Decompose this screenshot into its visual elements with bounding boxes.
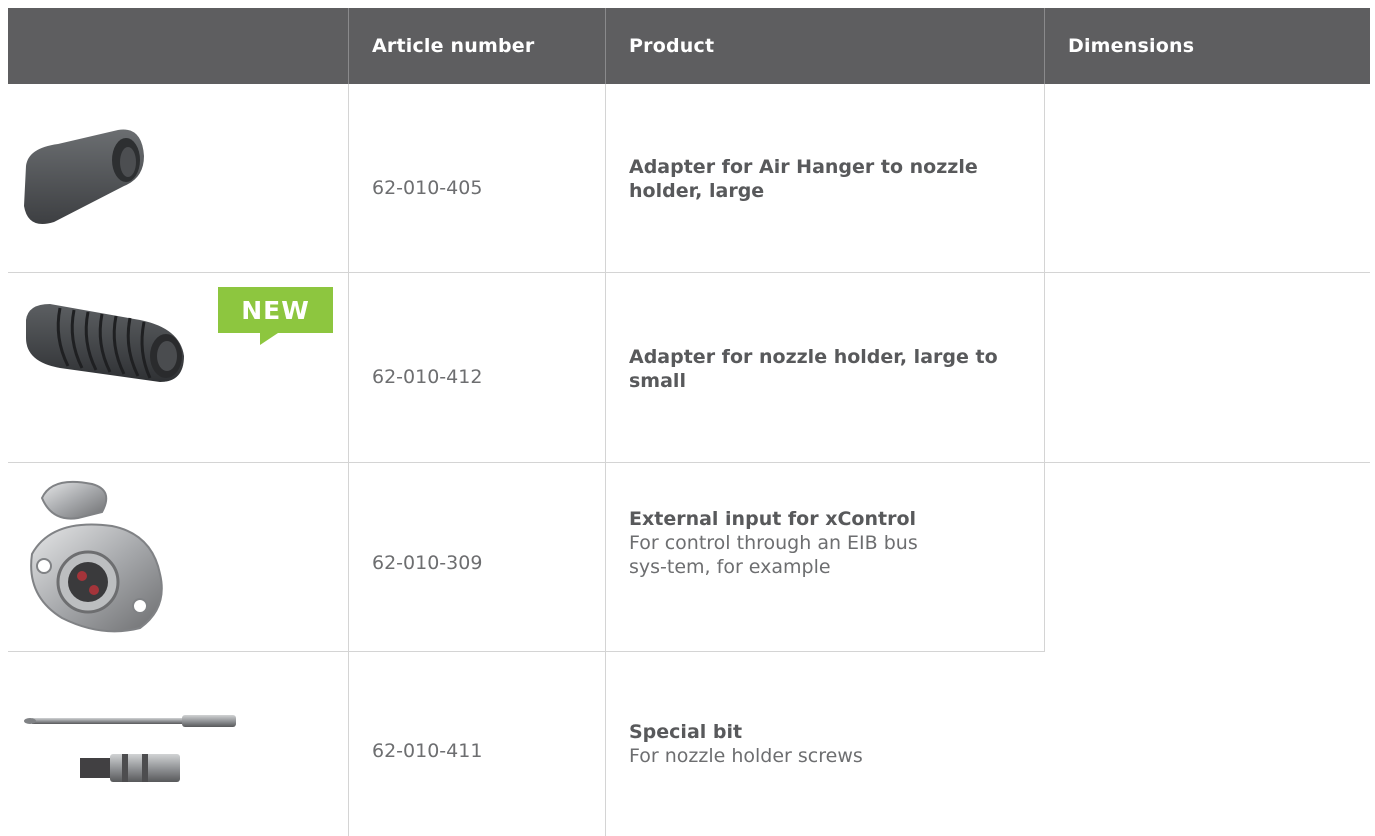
product-cell: External input for xControl For control … bbox=[629, 507, 1029, 579]
ribbed-adapter-image bbox=[26, 304, 184, 382]
column-divider bbox=[1044, 84, 1045, 651]
article-number: 62-010-412 bbox=[372, 366, 483, 388]
row-divider bbox=[8, 462, 1370, 463]
connector-socket-image bbox=[30, 480, 163, 633]
article-number: 62-010-411 bbox=[372, 740, 483, 762]
product-title: Adapter for nozzle holder, large to smal… bbox=[629, 346, 998, 392]
rubber-adapter-image bbox=[24, 129, 144, 224]
header-divider bbox=[1044, 8, 1045, 84]
header-divider bbox=[605, 8, 606, 84]
product-title: External input for xControl bbox=[629, 508, 917, 530]
header-dimensions: Dimensions bbox=[1068, 35, 1195, 57]
special-bit-image bbox=[24, 715, 236, 782]
product-title: Special bit bbox=[629, 721, 743, 743]
product-cell: Adapter for nozzle holder, large to smal… bbox=[629, 345, 1029, 393]
product-cell: Special bit For nozzle holder screws bbox=[629, 720, 1029, 768]
header-article-number: Article number bbox=[372, 35, 535, 57]
column-divider bbox=[348, 84, 349, 836]
row-divider bbox=[8, 651, 1045, 652]
table-header: Article number Product Dimensions bbox=[8, 8, 1370, 84]
product-cell: Adapter for Air Hanger to nozzle holder,… bbox=[629, 155, 1029, 203]
header-product: Product bbox=[629, 35, 715, 57]
row-divider bbox=[8, 272, 1370, 273]
product-description: For control through an EIB bus sys-tem, … bbox=[629, 532, 918, 578]
header-divider bbox=[348, 8, 349, 84]
article-number: 62-010-309 bbox=[372, 552, 483, 574]
new-badge: NEW bbox=[241, 296, 310, 325]
column-divider bbox=[605, 84, 606, 836]
product-description: For nozzle holder screws bbox=[629, 745, 863, 767]
product-title: Adapter for Air Hanger to nozzle holder,… bbox=[629, 156, 978, 202]
article-number: 62-010-405 bbox=[372, 177, 483, 199]
